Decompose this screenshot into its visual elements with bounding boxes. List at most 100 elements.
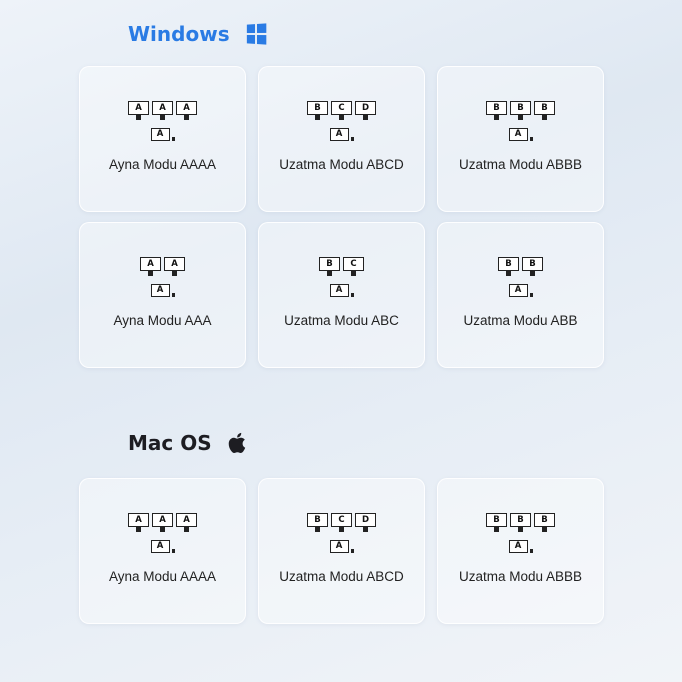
monitor-screen-label: B bbox=[498, 257, 519, 271]
mode-label: Uzatma Modu ABCD bbox=[279, 569, 404, 584]
monitor-stand bbox=[315, 115, 320, 120]
external-monitors: BBB bbox=[486, 101, 555, 121]
monitor-icon: C bbox=[343, 257, 364, 277]
monitor-stand bbox=[506, 271, 511, 276]
monitor-stand bbox=[542, 527, 547, 532]
mac-mode-grid: A A A A Ayna Modu AAAA B C D A Uzatma Modu ABCD … bbox=[79, 478, 604, 624]
external-monitors: BCD bbox=[307, 513, 376, 533]
monitor-icon: B bbox=[486, 101, 507, 121]
monitor-icon: C bbox=[331, 513, 352, 533]
laptop-base bbox=[171, 293, 175, 297]
mode-label: Ayna Modu AAAA bbox=[108, 569, 217, 584]
mode-card[interactable]: B C A Uzatma Modu ABC bbox=[258, 222, 425, 368]
laptop-icon: A bbox=[150, 537, 175, 553]
monitor-icon: B bbox=[498, 257, 519, 277]
laptop-screen-label: A bbox=[329, 540, 349, 553]
laptop-screen-label: A bbox=[150, 284, 170, 297]
monitor-icon: B bbox=[319, 257, 340, 277]
monitor-icon: A bbox=[128, 101, 149, 121]
laptop-icon: A bbox=[329, 537, 354, 553]
laptop-screen-label: A bbox=[329, 128, 349, 141]
mode-card[interactable]: B B A Uzatma Modu ABB bbox=[437, 222, 604, 368]
monitor-icon: B bbox=[510, 513, 531, 533]
mode-label: Uzatma Modu ABCD bbox=[279, 157, 404, 172]
monitor-screen-label: D bbox=[355, 513, 376, 527]
mode-label: Uzatma Modu ABB bbox=[463, 313, 578, 328]
monitor-screen-label: D bbox=[355, 101, 376, 115]
monitor-screen-label: C bbox=[343, 257, 364, 271]
laptop-base bbox=[171, 549, 175, 553]
laptop-icon: A bbox=[508, 125, 533, 141]
monitor-stand bbox=[184, 115, 189, 120]
monitor-icon: B bbox=[486, 513, 507, 533]
monitor-icon: D bbox=[355, 513, 376, 533]
monitor-icon: A bbox=[152, 101, 173, 121]
monitor-screen-label: B bbox=[319, 257, 340, 271]
monitor-icon: B bbox=[534, 101, 555, 121]
monitor-stand bbox=[339, 115, 344, 120]
mode-card[interactable]: B C D A Uzatma Modu ABCD bbox=[258, 66, 425, 212]
mode-label: Uzatma Modu ABBB bbox=[458, 157, 583, 172]
mode-card[interactable]: B C D A Uzatma Modu ABCD bbox=[258, 478, 425, 624]
monitor-screen-label: B bbox=[486, 101, 507, 115]
mode-card[interactable]: A A A A Ayna Modu AAAA bbox=[79, 66, 246, 212]
monitor-screen-label: B bbox=[534, 101, 555, 115]
monitor-icon: B bbox=[510, 101, 531, 121]
monitor-screen-label: A bbox=[176, 101, 197, 115]
monitor-stand bbox=[172, 271, 177, 276]
monitor-stand bbox=[494, 115, 499, 120]
laptop-icon: A bbox=[508, 281, 533, 297]
monitor-screen-label: A bbox=[152, 513, 173, 527]
laptop-icon: A bbox=[150, 281, 175, 297]
windows-mode-grid: A A A A Ayna Modu AAAA B C D A Uzatma Modu ABCD … bbox=[79, 66, 604, 368]
monitor-screen-label: B bbox=[307, 101, 328, 115]
external-monitors: AA bbox=[140, 257, 185, 277]
monitor-stand bbox=[363, 527, 368, 532]
external-monitors: AAA bbox=[128, 513, 197, 533]
mode-card[interactable]: A A A A Ayna Modu AAAA bbox=[79, 478, 246, 624]
monitor-icon: B bbox=[307, 513, 328, 533]
monitor-screen-label: A bbox=[176, 513, 197, 527]
laptop-icon: A bbox=[329, 281, 354, 297]
laptop-base bbox=[350, 137, 354, 141]
windows-section-title: Windows bbox=[128, 22, 266, 46]
external-monitors: BC bbox=[319, 257, 364, 277]
laptop-screen-label: A bbox=[150, 128, 170, 141]
external-monitors: BCD bbox=[307, 101, 376, 121]
monitor-screen-label: A bbox=[152, 101, 173, 115]
laptop-base bbox=[350, 293, 354, 297]
mode-card[interactable]: B B B A Uzatma Modu ABBB bbox=[437, 66, 604, 212]
laptop-icon: A bbox=[329, 125, 354, 141]
laptop-icon: A bbox=[508, 537, 533, 553]
external-monitors: BBB bbox=[486, 513, 555, 533]
mode-label: Ayna Modu AAAA bbox=[108, 157, 217, 172]
monitor-icon: B bbox=[522, 257, 543, 277]
mode-card[interactable]: A A A Ayna Modu AAA bbox=[79, 222, 246, 368]
laptop-screen-label: A bbox=[508, 128, 528, 141]
mac-section-title: Mac OS bbox=[128, 431, 248, 455]
mode-card[interactable]: B B B A Uzatma Modu ABBB bbox=[437, 478, 604, 624]
laptop-base bbox=[529, 137, 533, 141]
mac-title-text: Mac OS bbox=[128, 431, 212, 455]
laptop-icon: A bbox=[150, 125, 175, 141]
laptop-base bbox=[171, 137, 175, 141]
laptop-screen-label: A bbox=[150, 540, 170, 553]
monitor-stand bbox=[530, 271, 535, 276]
monitor-screen-label: B bbox=[534, 513, 555, 527]
monitor-stand bbox=[542, 115, 547, 120]
monitor-screen-label: C bbox=[331, 101, 352, 115]
monitor-stand bbox=[518, 115, 523, 120]
monitor-icon: C bbox=[331, 101, 352, 121]
monitor-icon: A bbox=[176, 101, 197, 121]
laptop-base bbox=[350, 549, 354, 553]
monitor-screen-label: B bbox=[510, 101, 531, 115]
monitor-icon: D bbox=[355, 101, 376, 121]
laptop-screen-label: A bbox=[508, 540, 528, 553]
monitor-stand bbox=[148, 271, 153, 276]
monitor-screen-label: B bbox=[522, 257, 543, 271]
monitor-stand bbox=[136, 115, 141, 120]
monitor-icon: B bbox=[534, 513, 555, 533]
laptop-screen-label: A bbox=[508, 284, 528, 297]
monitor-icon: A bbox=[164, 257, 185, 277]
mode-label: Uzatma Modu ABC bbox=[284, 313, 399, 328]
